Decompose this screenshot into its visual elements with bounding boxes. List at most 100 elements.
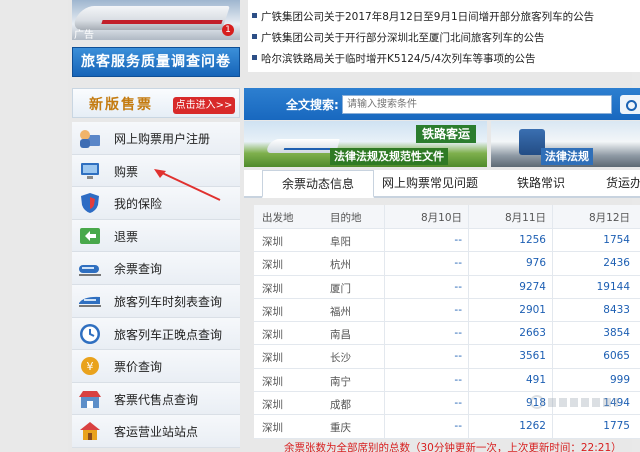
from-cell: 深圳 [262,422,283,435]
count-cell[interactable]: 3561 [519,350,546,362]
search-icon[interactable] [620,95,640,114]
ad-label: 广告 [74,30,94,40]
menu-item-label: 旅客列车正晚点查询 [114,327,223,342]
menu-item-label: 网上购票用户注册 [114,132,211,146]
count-cell[interactable]: 1775 [603,420,630,432]
count-cell[interactable]: 2901 [519,304,546,316]
table-row: 深圳 重庆 -- 1262 1775 [254,415,640,439]
count-cell[interactable]: 2663 [519,327,546,339]
count-cell[interactable]: 1262 [519,420,546,432]
menu-item-label: 客运营业站站点 [114,425,199,440]
menu-item-refund[interactable]: 退票 [72,219,240,253]
notice-item[interactable]: 广铁集团公司关于开行部分深圳北至厦门北间旅客列车的公告 [248,28,640,46]
menu-item-fare[interactable]: ¥ 票价查询 [72,350,240,383]
count-cell[interactable]: 6065 [603,350,630,362]
from-cell: 深圳 [262,305,283,318]
column-divider [468,205,469,439]
enter-button[interactable]: 点击进入>> [173,97,235,114]
service-survey-button[interactable]: 旅客服务质量调查问卷 [72,47,240,77]
count-cell[interactable]: -- [454,304,462,316]
table-row: 深圳 福州 -- 2901 8433 [254,298,640,323]
count-cell[interactable]: 1754 [603,234,630,246]
count-cell[interactable]: -- [454,234,462,246]
count-cell[interactable]: 19144 [597,281,630,293]
tab-online-faq[interactable]: 网上购票常见问题 [376,170,484,196]
to-cell: 厦门 [330,282,351,295]
from-cell: 深圳 [262,329,283,342]
table-row: 深圳 南昌 -- 2663 3854 [254,322,640,346]
search-label: 全文搜索: [286,98,339,112]
menu-item-agency[interactable]: 客票代售点查询 [72,382,240,416]
notice-link[interactable]: 哈尔滨铁路局关于临时增开K5124/5/4次列车等事项的公告 [261,51,536,66]
regulations-banner-2[interactable]: 法律法规 [491,121,640,167]
train-ad-banner[interactable]: 广告 1 [72,0,240,40]
menu-item-register[interactable]: 网上购票用户注册 [72,122,240,155]
svg-text:¥: ¥ [87,360,94,373]
new-ticketing-banner[interactable]: 新版售票 点击进入>> [72,88,240,118]
count-cell[interactable]: -- [454,374,462,386]
header-date: 8月12日 [588,212,630,224]
count-cell[interactable]: 491 [526,374,546,386]
search-bar: 全文搜索: [244,88,640,120]
bullet-icon [252,13,257,18]
menu-item-delay-status[interactable]: 旅客列车正晚点查询 [72,317,240,351]
count-cell[interactable]: 2436 [603,257,630,269]
menu-item-timetable[interactable]: 旅客列车时刻表查询 [72,284,240,318]
to-cell: 重庆 [330,422,351,435]
table-row: 深圳 南宁 -- 491 999 [254,368,640,393]
regulations-banner[interactable]: 铁路客运 法律法规及规范性文件 [244,121,487,167]
header-date: 8月10日 [420,212,462,224]
railway-passenger-tag: 铁路客运 [416,125,476,143]
to-cell: 长沙 [330,352,351,365]
train-schedule-icon [79,296,101,307]
count-cell[interactable]: -- [454,281,462,293]
notice-item[interactable]: 广铁集团公司关于2017年8月12日至9月1日间增开部分旅客列车的公告 [248,7,640,25]
insurance-shield-icon [81,193,99,214]
menu-item-label: 旅客列车时刻表查询 [114,294,223,309]
regulations-caption: 法律法规及规范性文件 [330,148,448,165]
train-search-icon [79,265,101,277]
notice-item[interactable]: 哈尔滨铁路局关于临时增开K5124/5/4次列车等事项的公告 [248,49,640,67]
tab-freight[interactable]: 货运办 [594,170,640,196]
to-cell: 福州 [330,305,351,318]
tab-remaining-tickets[interactable]: 余票动态信息 [262,170,374,198]
notice-link[interactable]: 广铁集团公司关于2017年8月12日至9月1日间增开部分旅客列车的公告 [261,9,594,24]
train-stripe [283,148,337,150]
notice-link[interactable]: 广铁集团公司关于开行部分深圳北至厦门北间旅客列车的公告 [261,30,545,45]
bullet-icon [252,55,257,60]
to-cell: 阜阳 [330,236,351,248]
search-input[interactable] [342,95,612,114]
menu-item-remaining-tickets[interactable]: 余票查询 [72,252,240,285]
page-margin-left [0,0,68,452]
count-cell[interactable]: -- [454,420,462,432]
page: 广告 1 旅客服务质量调查问卷 新版售票 点击进入>> 网上购票用户注册 购票 … [0,0,640,452]
count-cell[interactable]: -- [454,397,462,409]
count-cell[interactable]: -- [454,327,462,339]
station-house-icon [80,422,100,441]
count-cell[interactable]: 9274 [519,281,546,293]
count-cell[interactable]: -- [454,257,462,269]
count-cell[interactable]: -- [454,350,462,362]
tab-railway-knowledge[interactable]: 铁路常识 [506,170,576,196]
count-cell[interactable]: 999 [610,374,630,386]
to-cell: 南昌 [330,329,351,342]
new-ticketing-title: 新版售票 [89,97,153,113]
red-pointer-arrow [154,169,221,201]
menu-item-stations[interactable]: 客运营业站站点 [72,415,240,448]
table-header-row: 出发地 目的地 8月10日 8月11日 8月12日 [254,205,640,229]
from-cell: 深圳 [262,352,283,365]
table-row: 深圳 长沙 -- 3561 6065 [254,345,640,369]
from-cell: 深圳 [262,282,283,295]
from-cell: 深圳 [262,236,283,248]
count-cell[interactable]: 8433 [603,304,630,316]
count-cell[interactable]: 976 [526,257,546,269]
header-from: 出发地 [262,212,294,224]
count-cell[interactable]: 3854 [603,327,630,339]
from-cell: 深圳 [262,375,283,388]
count-cell[interactable]: 1256 [519,234,546,246]
table-row: 深圳 杭州 -- 976 2436 [254,252,640,276]
from-cell: 深圳 [262,399,283,412]
watermark-circle [530,395,544,409]
slide-number-badge[interactable]: 1 [222,24,234,36]
train-nose-image [72,6,230,30]
